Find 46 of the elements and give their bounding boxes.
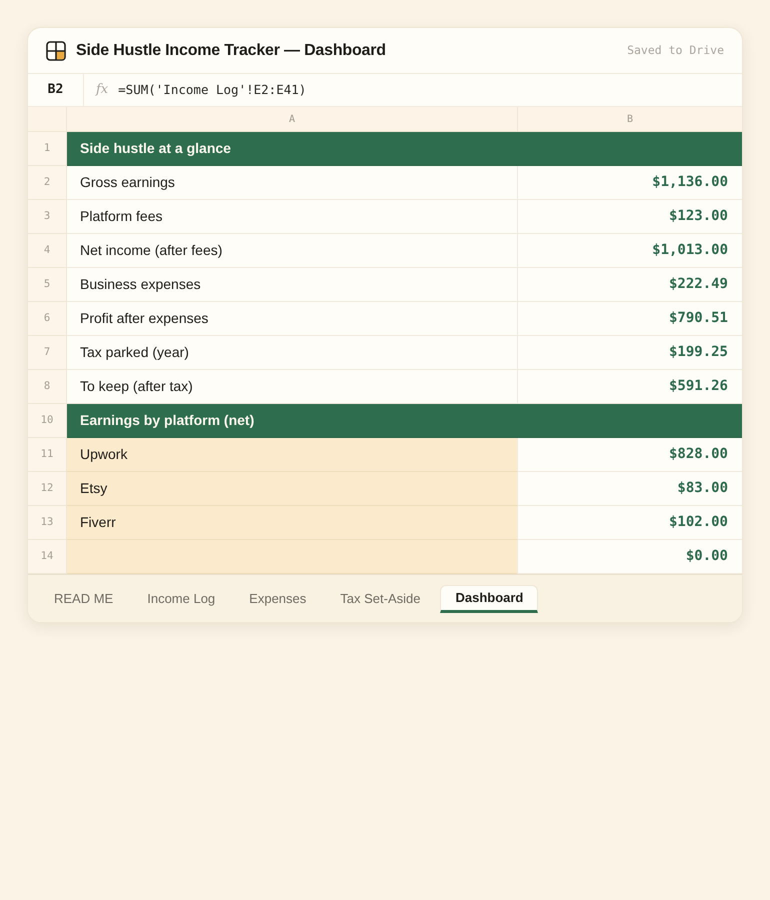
amount-cell: $1,013.00 <box>518 234 742 268</box>
row-number[interactable]: 5 <box>28 268 67 302</box>
row-number[interactable]: 10 <box>28 404 67 438</box>
table-cell: Gross earnings <box>67 166 518 200</box>
row-number[interactable]: 14 <box>28 540 67 574</box>
amount-cell: $199.25 <box>518 336 742 370</box>
grid-icon <box>46 40 66 60</box>
column-header[interactable]: B <box>518 107 742 132</box>
cell-reference: B2 <box>28 74 84 106</box>
sheet-tab[interactable]: Dashboard <box>440 585 538 613</box>
row-number[interactable]: 13 <box>28 506 67 540</box>
row-number[interactable]: 3 <box>28 200 67 234</box>
window-title: Side Hustle Income Tracker — Dashboard <box>76 40 386 60</box>
column-header[interactable]: A <box>67 107 518 132</box>
table-cell: Profit after expenses <box>67 302 518 336</box>
row-number[interactable]: 4 <box>28 234 67 268</box>
save-status: Saved to Drive <box>627 42 724 59</box>
table-cell: Etsy <box>67 472 518 506</box>
row-number[interactable]: 2 <box>28 166 67 200</box>
sheet-tab[interactable]: Expenses <box>235 585 320 613</box>
sheet-tab[interactable]: Tax Set-Aside <box>326 585 434 613</box>
row-number[interactable]: 11 <box>28 438 67 472</box>
amount-cell: $1,136.00 <box>518 166 742 200</box>
formula-text[interactable]: =SUM('Income Log'!E2:E41) <box>118 80 306 100</box>
section-header: Earnings by platform (net) <box>67 404 742 438</box>
amount-cell: $828.00 <box>518 438 742 472</box>
table-cell: Tax parked (year) <box>67 336 518 370</box>
table-cell: Net income (after fees) <box>67 234 518 268</box>
section-header: Side hustle at a glance <box>67 132 742 166</box>
row-number[interactable]: 7 <box>28 336 67 370</box>
table-cell: Platform fees <box>67 200 518 234</box>
sheet-tab[interactable]: Income Log <box>133 585 230 613</box>
row-number[interactable]: 1 <box>28 132 67 166</box>
fx-label: fx <box>96 81 108 100</box>
table-cell: Fiverr <box>67 506 518 540</box>
row-number[interactable]: 8 <box>28 370 67 404</box>
table-cell: Business expenses <box>67 268 518 302</box>
amount-cell: $222.49 <box>518 268 742 302</box>
table-cell: Upwork <box>67 438 518 472</box>
sheet-tab[interactable]: READ ME <box>40 585 128 613</box>
row-number[interactable]: 12 <box>28 472 67 506</box>
row-number[interactable]: 6 <box>28 302 67 336</box>
amount-cell: $83.00 <box>518 472 742 506</box>
amount-cell: $102.00 <box>518 506 742 540</box>
amount-cell: $790.51 <box>518 302 742 336</box>
amount-cell: $123.00 <box>518 200 742 234</box>
